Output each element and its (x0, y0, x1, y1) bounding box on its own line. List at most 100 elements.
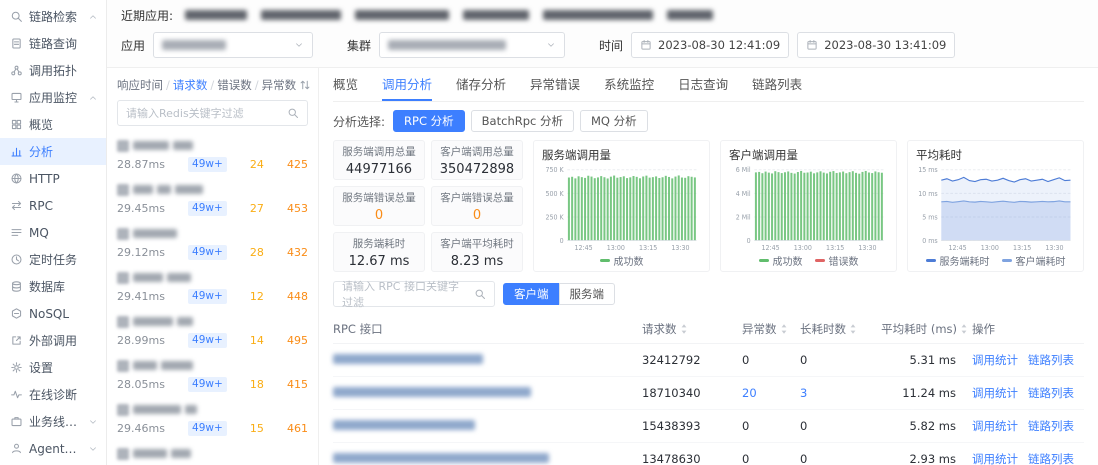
legend-item[interactable]: 成功数 (600, 253, 644, 268)
trace-list-link[interactable]: 链路列表 (1028, 385, 1074, 401)
app-list-item[interactable]: 28.83ms 49w+ 18 413 (107, 442, 318, 465)
sidebar-item-analysis[interactable]: 分析 (0, 138, 106, 165)
rpc-endpoint-link-blurred[interactable] (333, 420, 475, 430)
list-sort-bar: 响应时间/请求数/错误数/异常数 (107, 68, 318, 100)
legend-item[interactable]: 客户端耗时 (1002, 253, 1066, 268)
sidebar-item-rpc[interactable]: RPC (0, 192, 106, 219)
legend-item[interactable]: 服务端耗时 (926, 253, 990, 268)
app-list-item[interactable]: 29.41ms 49w+ 12 448 (107, 266, 318, 310)
main-tab[interactable]: 储存分析 (456, 68, 506, 101)
sidebar-item-online-diagnosis[interactable]: 在线诊断 (0, 381, 106, 408)
side-toggle-server[interactable]: 服务端 (559, 283, 616, 305)
sidebar-item-external-calls[interactable]: 外部调用 (0, 327, 106, 354)
server-call-volume-chart-card: 服务端调用量 0250 K500 K750 K12:4513:0013:1513… (533, 140, 710, 272)
cluster-select-value-blurred (388, 40, 506, 50)
list-search-input[interactable]: 请输入Redis关键字过滤 (117, 100, 308, 126)
column-header[interactable]: 请求数 (642, 321, 742, 337)
rpc-endpoint-link-blurred[interactable] (333, 387, 531, 397)
sidebar-item-database[interactable]: 数据库 (0, 273, 106, 300)
time-from-input[interactable]: 2023-08-30 12:41:09 (631, 32, 789, 58)
sidebar-item-trace-query[interactable]: 链路查询 (0, 30, 106, 57)
legend-item[interactable]: 错误数 (815, 253, 859, 268)
trace-list-link[interactable]: 链路列表 (1028, 352, 1074, 368)
recent-app-blurred[interactable] (463, 10, 529, 20)
column-header[interactable]: 平均耗时 (ms) (872, 321, 972, 337)
chevron-up-icon[interactable] (88, 12, 98, 22)
sort-option[interactable]: 异常数 (262, 77, 297, 93)
app-list-item[interactable]: 29.46ms 49w+ 15 461 (107, 398, 318, 442)
sidebar-item-scheduled-tasks[interactable]: 定时任务 (0, 246, 106, 273)
long-duration-count-cell[interactable]: 3 (800, 386, 872, 400)
sidebar-item-business-monitor[interactable]: 业务线监控 (0, 408, 106, 435)
sidebar-item-settings[interactable]: 设置 (0, 354, 106, 381)
sidebar-item-app-monitor[interactable]: 应用监控 (0, 84, 106, 111)
call-stats-link[interactable]: 调用统计 (972, 385, 1018, 401)
legend-item[interactable]: 成功数 (759, 253, 803, 268)
main-tab[interactable]: 系统监控 (604, 68, 654, 101)
analysis-type-button[interactable]: MQ 分析 (580, 110, 648, 132)
svg-text:12:45: 12:45 (574, 244, 592, 252)
sidebar-item-nosql[interactable]: NoSQL (0, 300, 106, 327)
app-list-item[interactable]: 29.45ms 49w+ 27 453 (107, 178, 318, 222)
app-select[interactable] (153, 32, 313, 58)
main-tab[interactable]: 链路列表 (752, 68, 802, 101)
sort-caret-icon[interactable] (780, 323, 788, 335)
rpc-search-input[interactable]: 请输入 RPC 接口关键字过滤 (333, 281, 495, 307)
sidebar-item-mq[interactable]: MQ (0, 219, 106, 246)
sidebar-item-label: 业务线监控 (29, 413, 82, 430)
calendar-icon (806, 39, 818, 51)
sort-option[interactable]: 请求数 (173, 77, 208, 93)
app-name-blurred (133, 405, 181, 414)
recent-app-blurred[interactable] (261, 10, 341, 20)
recent-app-blurred[interactable] (185, 10, 247, 20)
cluster-select[interactable] (379, 32, 565, 58)
analysis-type-button[interactable]: BatchRpc 分析 (471, 110, 574, 132)
sort-caret-icon[interactable] (680, 323, 688, 335)
avg-duration-cell: 5.82 ms (872, 419, 972, 433)
recent-app-blurred[interactable] (355, 10, 449, 20)
main-tab[interactable]: 概览 (333, 68, 358, 101)
sidebar-item-label: HTTP (29, 172, 60, 186)
rpc-endpoint-link-blurred[interactable] (333, 354, 483, 364)
sidebar-item-agent-management[interactable]: Agent管理 (0, 435, 106, 462)
svg-text:12:45: 12:45 (948, 244, 966, 252)
trace-list-link[interactable]: 链路列表 (1028, 418, 1074, 434)
app-list-item[interactable]: 28.87ms 49w+ 24 425 (107, 134, 318, 178)
sidebar-item-label: 在线诊断 (29, 386, 77, 403)
sort-order-icon[interactable] (299, 79, 311, 91)
analysis-type-button[interactable]: RPC 分析 (393, 110, 465, 132)
sort-option[interactable]: 错误数 (217, 77, 252, 93)
app-name-blurred (161, 361, 193, 370)
rpc-endpoint-link-blurred[interactable] (333, 453, 549, 463)
recent-app-blurred[interactable] (667, 10, 713, 20)
sort-caret-icon[interactable] (960, 323, 968, 335)
chevron-down-icon[interactable] (88, 417, 98, 427)
main-tab[interactable]: 异常错误 (530, 68, 580, 101)
app-list-item[interactable]: 29.12ms 49w+ 28 432 (107, 222, 318, 266)
app-list-item[interactable]: 28.99ms 49w+ 14 495 (107, 310, 318, 354)
side-toggle-client[interactable]: 客户端 (503, 283, 560, 305)
sidebar-item-overview[interactable]: 概览 (0, 111, 106, 138)
main-tab[interactable]: 日志查询 (678, 68, 728, 101)
sidebar-item-trace-search[interactable]: 链路检索 (0, 3, 106, 30)
time-to-input[interactable]: 2023-08-30 13:41:09 (797, 32, 955, 58)
recent-app-blurred[interactable] (543, 10, 653, 20)
call-stats-link[interactable]: 调用统计 (972, 352, 1018, 368)
call-stats-link[interactable]: 调用统计 (972, 418, 1018, 434)
trace-list-link[interactable]: 链路列表 (1028, 451, 1074, 465)
main-tab[interactable]: 调用分析 (382, 68, 432, 101)
long-duration-count-cell: 0 (800, 353, 872, 367)
column-header[interactable]: 异常数 (742, 321, 800, 337)
column-header[interactable]: 长耗时数 (800, 321, 872, 337)
sort-caret-icon[interactable] (849, 323, 857, 335)
table-row: 15438393005.82 ms调用统计链路列表 (333, 410, 1084, 443)
app-list-item[interactable]: 28.05ms 49w+ 18 415 (107, 354, 318, 398)
sidebar-item-http[interactable]: HTTP (0, 165, 106, 192)
sort-option[interactable]: 响应时间 (117, 77, 163, 93)
anomaly-count-cell[interactable]: 20 (742, 386, 800, 400)
sidebar-item-call-topology[interactable]: 调用拓扑 (0, 57, 106, 84)
chevron-up-icon[interactable] (88, 93, 98, 103)
chevron-down-icon[interactable] (88, 444, 98, 454)
call-stats-link[interactable]: 调用统计 (972, 451, 1018, 465)
svg-text:13:30: 13:30 (1045, 244, 1063, 252)
